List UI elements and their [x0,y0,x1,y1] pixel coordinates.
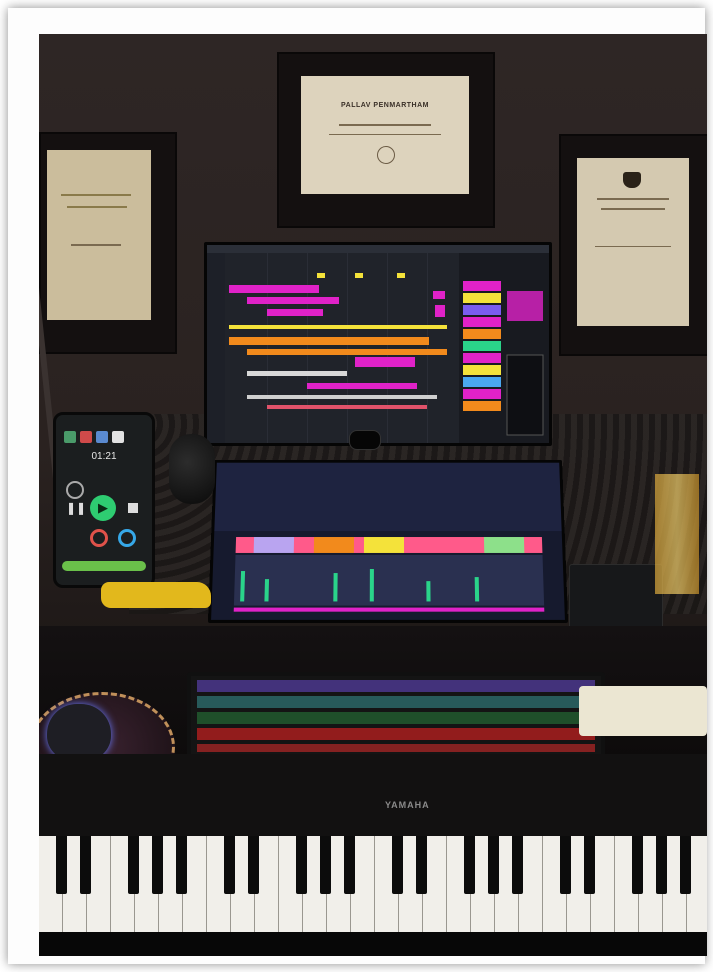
certificate-seal [377,146,395,164]
yamaha-keyboard: YAMAHA [39,754,707,956]
midi-controller [579,686,707,736]
phone-time-readout: 01:21 [91,451,117,462]
webcam [349,430,381,450]
mouse-icon [47,704,111,760]
piano-keys [39,836,707,932]
crest-emblem [623,172,641,188]
loop-icon[interactable] [66,481,84,499]
certificate-right [559,134,707,356]
computer-keyboard [187,672,605,760]
phone-daw-remote: 01:21 ▶ ❚❚ [53,412,155,588]
yellow-cloth [101,582,211,608]
studio-photo: PALLAV PENMARTHAM 01:21 ▶ ❚❚ YAMAHA [39,34,707,956]
pause-icon[interactable]: ❚❚ [66,501,86,515]
stop-icon[interactable] [128,503,138,513]
keyboard-brand: YAMAHA [385,800,430,810]
certificate-center: PALLAV PENMARTHAM [277,52,495,228]
daw-mixer-view [211,462,565,620]
top-monitor [204,242,552,446]
certificate-left [39,132,177,354]
bottom-monitor [207,459,569,623]
photo-frame: PALLAV PENMARTHAM 01:21 ▶ ❚❚ YAMAHA [8,8,707,964]
phone-status-bar [62,561,146,571]
keyboard-front-edge [39,932,707,956]
microphone [169,434,215,504]
pen-holder [655,474,699,594]
certificate-title: PALLAV PENMARTHAM [341,102,429,109]
record-icon[interactable] [90,529,108,547]
daw-arrangement-view [207,245,549,443]
sync-icon[interactable] [118,529,136,547]
play-icon[interactable]: ▶ [90,495,116,521]
